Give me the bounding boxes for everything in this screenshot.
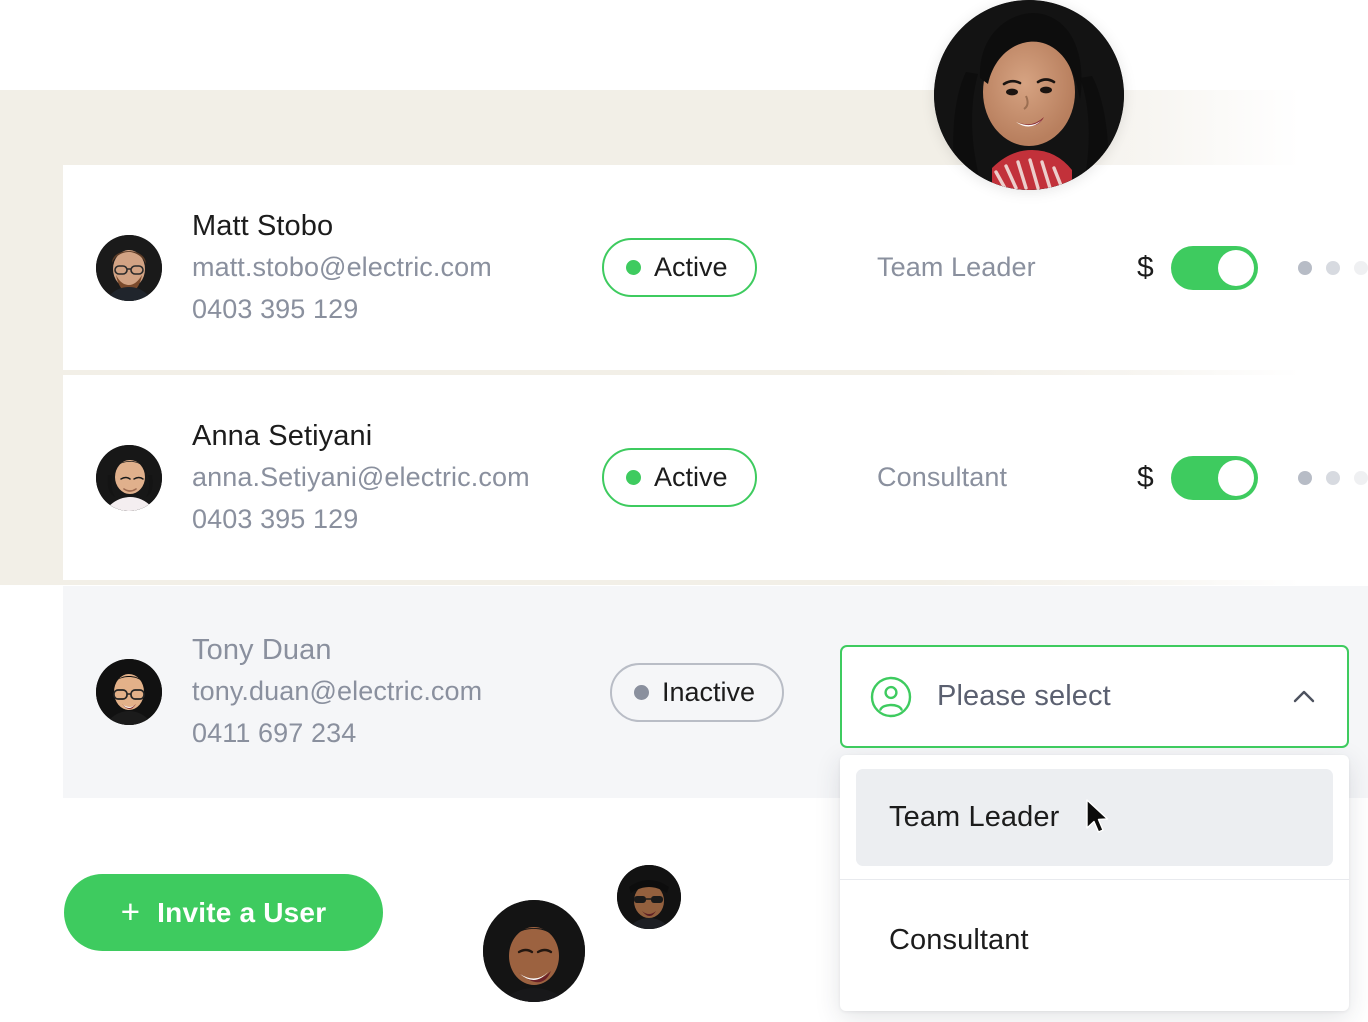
user-name: Anna Setiyani [192, 419, 373, 452]
billing-cell: $ [1137, 455, 1262, 500]
avatar [96, 444, 162, 511]
floating-avatar-photo [617, 865, 681, 929]
toggle-knob [1217, 249, 1254, 286]
user-role: Team Leader [877, 252, 1036, 282]
billing-cell: $ [1137, 245, 1262, 290]
status-cell: Active [602, 238, 827, 297]
status-label: Active [654, 462, 728, 492]
user-email: matt.stobo@electric.com [192, 251, 492, 282]
hero-avatar-photo [934, 0, 1124, 190]
billing-toggle[interactable] [1170, 245, 1258, 290]
user-name: Matt Stobo [192, 209, 334, 242]
status-label: Active [654, 252, 728, 282]
status-cell: Active [602, 448, 827, 507]
status-cell: Inactive [610, 662, 835, 722]
invite-button-label: Invite a User [157, 896, 327, 928]
role-select-control[interactable]: Please select [840, 645, 1349, 748]
status-label: Inactive [662, 676, 756, 707]
row-overflow-menu-button[interactable] [1298, 470, 1368, 485]
role-select-menu: Team Leader Consultant [840, 755, 1349, 1011]
toggle-knob [1217, 459, 1254, 496]
user-identity: Anna Setiyani anna.Setiyani@electric.com… [192, 415, 584, 541]
user-row[interactable]: Matt Stobo matt.stobo@electric.com 0403 … [63, 165, 1368, 370]
user-identity: Matt Stobo matt.stobo@electric.com 0403 … [192, 205, 584, 331]
menu-divider [840, 879, 1349, 880]
user-email: tony.duan@electric.com [192, 676, 483, 707]
dollar-icon: $ [1137, 250, 1154, 284]
user-circle-icon [870, 676, 912, 718]
dollar-icon: $ [1137, 460, 1154, 494]
screen-root: Matt Stobo matt.stobo@electric.com 0403 … [0, 0, 1368, 1022]
status-dot-icon [634, 684, 649, 700]
role-option-team-leader[interactable]: Team Leader [856, 769, 1333, 866]
user-phone: 0403 395 129 [192, 503, 359, 534]
role-select-placeholder: Please select [937, 680, 1111, 712]
status-badge: Inactive [610, 662, 785, 722]
status-dot-icon [626, 260, 641, 275]
status-badge: Active [602, 238, 757, 297]
user-identity: Tony Duan tony.duan@electric.com 0411 69… [192, 629, 592, 755]
chevron-up-icon[interactable] [1290, 683, 1318, 711]
floating-avatar-photo [483, 900, 585, 1002]
avatar [96, 659, 162, 725]
role-option-consultant[interactable]: Consultant [856, 892, 1333, 989]
role-select: Please select Team Leader Consultant [840, 645, 1349, 1011]
user-phone: 0403 395 129 [192, 293, 359, 324]
status-badge: Active [602, 448, 757, 507]
avatar [96, 234, 162, 301]
user-row[interactable]: Anna Setiyani anna.Setiyani@electric.com… [63, 375, 1368, 580]
user-name: Tony Duan [192, 634, 332, 667]
user-phone: 0411 697 234 [192, 718, 357, 749]
user-role: Consultant [877, 462, 1008, 492]
row-overflow-menu-button[interactable] [1298, 260, 1368, 275]
billing-toggle[interactable] [1170, 455, 1258, 500]
invite-a-user-button[interactable]: + Invite a User [64, 874, 383, 951]
status-dot-icon [626, 470, 641, 485]
user-email: anna.Setiyani@electric.com [192, 461, 530, 492]
plus-icon: + [120, 892, 141, 930]
